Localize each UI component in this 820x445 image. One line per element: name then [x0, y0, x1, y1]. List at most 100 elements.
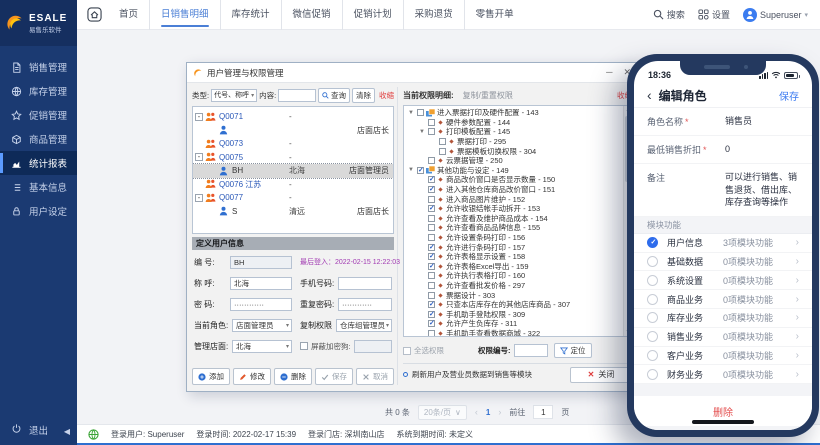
permission-checkbox[interactable] — [428, 272, 435, 279]
form-button[interactable]: 保存 — [315, 368, 353, 385]
sidebar-item[interactable]: 库存管理 — [0, 79, 77, 103]
permission-checkbox[interactable] — [428, 301, 435, 308]
permission-checkbox[interactable] — [428, 244, 435, 251]
tree-expander-icon[interactable] — [195, 194, 203, 202]
module-radio[interactable] — [647, 312, 658, 323]
permission-checkbox[interactable] — [428, 292, 435, 299]
permission-checkbox[interactable] — [428, 176, 435, 183]
user-tree-row[interactable]: Q0073 - — [193, 137, 393, 151]
tree-expander-icon[interactable] — [195, 153, 203, 161]
top-tab[interactable]: 采购退货 — [403, 0, 464, 30]
permission-checkbox[interactable] — [428, 320, 435, 327]
phone-field-row[interactable]: 备注* 可以进行销售、销售退货、借出库、库存查询等操作 — [634, 164, 812, 217]
form-button[interactable]: 取消 — [356, 368, 394, 385]
module-radio[interactable] — [647, 331, 658, 342]
type-select[interactable]: 代号、称呼▾ — [211, 89, 257, 102]
sidebar-item[interactable]: 商品管理 — [0, 127, 77, 151]
sidebar-item[interactable]: 销售管理 — [0, 55, 77, 79]
module-row[interactable]: 库存业务 0项模块功能 › — [634, 309, 812, 328]
tree-arrow-icon[interactable]: ▼ — [407, 167, 415, 173]
permission-checkbox[interactable] — [417, 167, 424, 174]
permission-checkbox[interactable] — [428, 253, 435, 260]
sidebar-item[interactable]: 用户设定 — [0, 199, 77, 223]
module-row[interactable]: 系统设置 0项模块功能 › — [634, 271, 812, 290]
module-row[interactable]: 销售业务 0项模块功能 › — [634, 328, 812, 347]
sidebar-item[interactable]: 基本信息 — [0, 175, 77, 199]
permission-row[interactable]: ▼ 手机助手查看数据商城 - 322 — [418, 329, 621, 337]
settings-button[interactable]: 设置 — [698, 8, 730, 21]
sidebar-collapse-icon[interactable]: ◀ — [64, 427, 70, 436]
dongle-checkbox[interactable] — [300, 342, 308, 350]
top-tab[interactable]: 库存统计 — [220, 0, 281, 30]
password-input[interactable]: ············ — [230, 298, 292, 311]
permission-checkbox[interactable] — [428, 311, 435, 318]
sidebar-item[interactable]: 促销管理 — [0, 103, 77, 127]
user-tree-row[interactable]: 店面店长 — [193, 124, 393, 138]
form-button[interactable]: 修改 — [233, 368, 271, 385]
module-row[interactable]: 客户业务 0项模块功能 › — [634, 347, 812, 366]
permission-checkbox[interactable] — [428, 128, 435, 135]
store-select[interactable]: 北海 — [232, 340, 292, 353]
permission-checkbox[interactable] — [428, 330, 435, 337]
user-tree-row[interactable]: Q0077 - — [193, 191, 393, 205]
module-row[interactable]: 商品业务 0项模块功能 › — [634, 290, 812, 309]
copy-perm-select[interactable]: 仓库组管理员 — [336, 319, 392, 332]
permission-checkbox[interactable] — [439, 148, 446, 155]
dialog-titlebar[interactable]: 用户管理与权限管理 ─ ✕ — [187, 63, 637, 83]
page-size-select[interactable]: 20条/页 ∨ — [418, 405, 467, 420]
phone-input[interactable] — [338, 277, 392, 290]
permission-row[interactable]: ▼ 进入票据打印及硬件配置 - 143 — [407, 108, 621, 118]
dongle-input[interactable] — [354, 340, 392, 353]
module-radio[interactable] — [647, 275, 658, 286]
clear-button[interactable]: 清除 — [352, 88, 375, 103]
phone-field-row[interactable]: 角色名称* 销售员 — [634, 108, 812, 136]
minimize-icon[interactable]: ─ — [606, 68, 612, 77]
content-input[interactable] — [278, 89, 316, 102]
role-select[interactable]: 店面管理员 — [232, 319, 292, 332]
permission-checkbox[interactable] — [428, 215, 435, 222]
module-row[interactable]: 财务业务 0项模块功能 › — [634, 365, 812, 384]
query-button[interactable]: 查询 — [318, 88, 350, 103]
permission-checkbox[interactable] — [428, 196, 435, 203]
permission-row[interactable]: ▼ 打印模板配置 - 145 — [418, 127, 621, 137]
close-button[interactable]: ✕ 关闭 — [570, 367, 632, 383]
goto-page-input[interactable]: 1 — [533, 405, 553, 419]
back-icon[interactable]: ‹ — [647, 88, 652, 102]
phone-field-row[interactable]: 最低销售折扣* 0 — [634, 136, 812, 164]
locate-button[interactable]: 定位 — [554, 343, 592, 358]
search-button[interactable]: 搜索 — [653, 8, 685, 21]
password2-input[interactable]: ············ — [338, 298, 392, 311]
permission-checkbox[interactable] — [428, 157, 435, 164]
top-tab[interactable]: 首页 — [108, 0, 149, 30]
code-input[interactable]: BH — [230, 256, 292, 269]
permission-checkbox[interactable] — [428, 224, 435, 231]
permission-checkbox[interactable] — [439, 138, 446, 145]
top-tab[interactable]: 零售开单 — [464, 0, 525, 30]
permission-checkbox[interactable] — [428, 119, 435, 126]
copy-reset-link[interactable]: 复制/重置权限 — [463, 90, 513, 101]
permission-checkbox[interactable] — [428, 263, 435, 270]
module-radio[interactable] — [647, 350, 658, 361]
permission-checkbox[interactable] — [428, 282, 435, 289]
form-button[interactable]: 删除 — [274, 368, 312, 385]
prev-page-button[interactable]: ‹ — [475, 407, 478, 417]
current-page[interactable]: 1 — [486, 408, 490, 417]
select-all-checkbox[interactable]: 全选权限 — [403, 345, 444, 356]
top-tab[interactable]: 微信促销 — [281, 0, 342, 30]
user-tree-row[interactable]: Q0071 - — [193, 110, 393, 124]
top-tab[interactable]: 日销售明细 — [149, 0, 220, 30]
sidebar-item[interactable]: 统计报表 — [0, 151, 77, 175]
module-radio[interactable] — [647, 294, 658, 305]
module-row[interactable]: 基础数据 0项模块功能 › — [634, 253, 812, 272]
tree-arrow-icon[interactable]: ▼ — [407, 110, 415, 116]
save-button[interactable]: 保存 — [779, 88, 799, 103]
tree-arrow-icon[interactable]: ▼ — [418, 129, 426, 135]
module-row[interactable]: 用户信息 3项模块功能 › — [634, 234, 812, 253]
collapse-link[interactable]: 收缩 — [379, 90, 394, 101]
module-radio[interactable] — [647, 237, 658, 248]
permission-checkbox[interactable] — [428, 205, 435, 212]
permission-checkbox[interactable] — [428, 234, 435, 241]
module-radio[interactable] — [647, 256, 658, 267]
perm-no-input[interactable] — [514, 344, 548, 357]
user-menu[interactable]: Superuser ▾ — [743, 8, 808, 22]
